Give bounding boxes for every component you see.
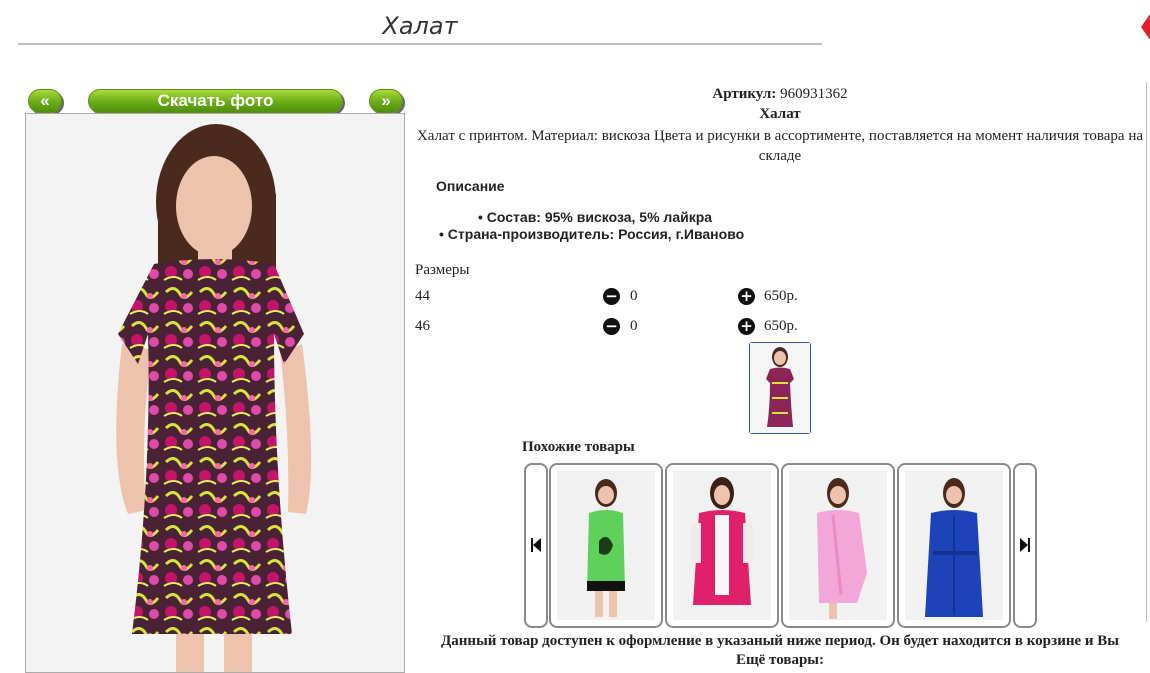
model-in-dress-illustration xyxy=(26,114,404,672)
thumbnail-image xyxy=(750,343,810,433)
corner-arrow-icon[interactable] xyxy=(1141,10,1150,44)
sku-label: Артикул: xyxy=(712,86,777,102)
plus-icon[interactable]: + xyxy=(738,318,755,335)
size-price: 650р. xyxy=(764,288,798,304)
pink-robe-photo xyxy=(673,471,771,620)
feature-item-composition: • Состав: 95% вискоза, 5% лайкра xyxy=(478,209,712,225)
title-divider xyxy=(18,43,822,45)
bullet-icon: • xyxy=(478,209,483,225)
size-price: 650р. xyxy=(764,318,798,334)
sizes-heading: Размеры xyxy=(415,262,470,278)
similar-product-card[interactable] xyxy=(549,463,663,628)
plus-icon[interactable]: + xyxy=(738,288,755,305)
feature-text: Страна-производитель: Россия, г.Иваново xyxy=(447,226,745,242)
similar-product-card[interactable] xyxy=(781,463,895,628)
next-photo-button[interactable]: » xyxy=(369,89,403,113)
light-pink-robe-photo xyxy=(789,471,887,620)
skip-back-icon xyxy=(531,538,541,552)
feature-text: Состав: 95% вискоза, 5% лайкра xyxy=(486,209,713,225)
product-photo[interactable] xyxy=(25,113,405,673)
similar-product-card[interactable] xyxy=(665,463,779,628)
similar-product-card[interactable] xyxy=(897,463,1011,628)
photo-thumbnail[interactable] xyxy=(749,342,811,434)
minus-icon[interactable]: − xyxy=(603,318,620,335)
sku-value: 960931362 xyxy=(780,86,848,102)
bullet-icon: • xyxy=(439,226,444,242)
feature-item-country: • Страна-производитель: Россия, г.Иванов… xyxy=(439,226,744,242)
more-products-heading: Ещё товары: xyxy=(735,652,825,668)
carousel-prev-button[interactable] xyxy=(524,463,548,628)
similar-products-heading: Похожие товары xyxy=(522,439,635,455)
minus-icon[interactable]: − xyxy=(603,288,620,305)
prev-photo-button[interactable]: « xyxy=(28,89,62,113)
product-name: Халат xyxy=(759,106,801,122)
availability-notice: Данный товар доступен к оформление в ука… xyxy=(440,633,1120,649)
download-photo-button[interactable]: Скачать фото xyxy=(88,89,343,113)
size-label: 44 xyxy=(415,288,430,304)
blue-robe-photo xyxy=(905,471,1003,620)
page-title: Халат xyxy=(382,12,458,40)
sku-line: Артикул: 960931362 xyxy=(410,86,1150,103)
green-dress-photo xyxy=(557,471,655,620)
product-description: Халат с принтом. Материал: вискоза Цвета… xyxy=(416,128,1144,164)
description-heading: Описание xyxy=(436,178,505,194)
size-label: 46 xyxy=(415,318,430,334)
carousel-next-button[interactable] xyxy=(1013,463,1037,628)
size-qty: 0 xyxy=(630,288,638,304)
skip-forward-icon xyxy=(1020,538,1030,552)
size-qty: 0 xyxy=(630,318,638,334)
